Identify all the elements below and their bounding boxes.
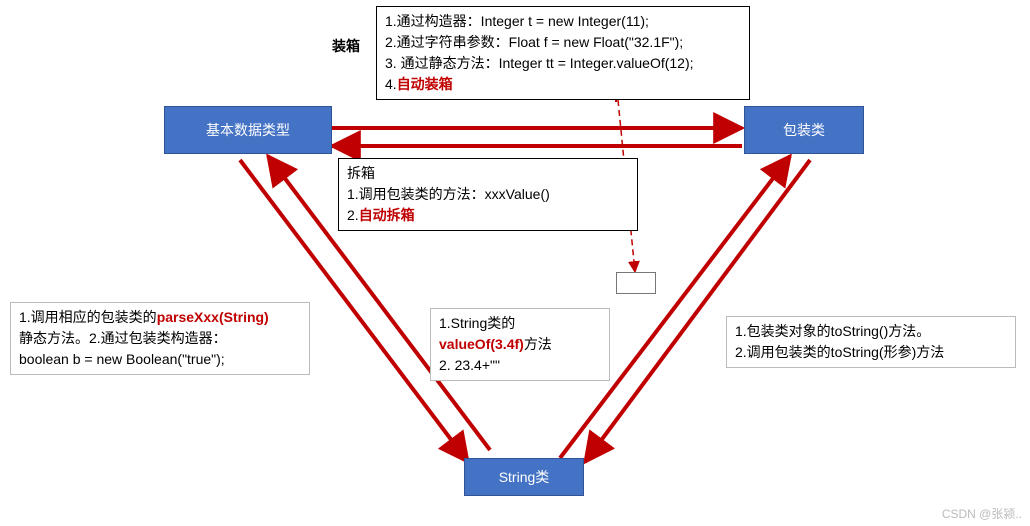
- node-wrapper-label: 包装类: [783, 120, 825, 140]
- boxing-l3: 3. 通过静态方法：Integer tt = Integer.valueOf(1…: [385, 53, 741, 74]
- boxing-title: 装箱: [332, 36, 360, 56]
- unboxing-l3: 2.自动拆箱: [347, 205, 629, 226]
- boxing-l1: 1.通过构造器：Integer t = new Integer(11);: [385, 11, 741, 32]
- wts-l2: 2.调用包装类的toString(形参)方法: [735, 342, 1007, 363]
- boxing-box: 1.通过构造器：Integer t = new Integer(11); 2.通…: [376, 6, 750, 100]
- node-wrapper: 包装类: [744, 106, 864, 154]
- small-placeholder-box: [616, 272, 656, 294]
- wrapper-to-string-box: 1.包装类对象的toString()方法。 2.调用包装类的toString(形…: [726, 316, 1016, 368]
- pts-l3: 2. 23.4+"": [439, 355, 601, 376]
- pts-l2: valueOf(3.4f)方法: [439, 334, 601, 355]
- node-primitive-label: 基本数据类型: [206, 120, 290, 140]
- pts-l1: 1.String类的: [439, 313, 601, 334]
- stp-l2: 静态方法。2.通过包装类构造器：: [19, 328, 301, 349]
- unboxing-l1: 拆箱: [347, 163, 629, 184]
- node-string: String类: [464, 458, 584, 496]
- node-string-label: String类: [499, 467, 550, 487]
- primitive-to-string-box: 1.String类的 valueOf(3.4f)方法 2. 23.4+"": [430, 308, 610, 381]
- unboxing-box: 拆箱 1.调用包装类的方法：xxxValue() 2.自动拆箱: [338, 158, 638, 231]
- boxing-l2: 2.通过字符串参数：Float f = new Float("32.1F");: [385, 32, 741, 53]
- unboxing-l2: 1.调用包装类的方法：xxxValue(): [347, 184, 629, 205]
- wts-l1: 1.包装类对象的toString()方法。: [735, 321, 1007, 342]
- stp-l1: 1.调用相应的包装类的parseXxx(String): [19, 307, 301, 328]
- node-primitive: 基本数据类型: [164, 106, 332, 154]
- watermark: CSDN @张颍..: [942, 505, 1022, 522]
- string-to-primitive-box: 1.调用相应的包装类的parseXxx(String) 静态方法。2.通过包装类…: [10, 302, 310, 375]
- stp-l3: boolean b = new Boolean("true");: [19, 349, 301, 370]
- boxing-l4: 4.自动装箱: [385, 74, 741, 95]
